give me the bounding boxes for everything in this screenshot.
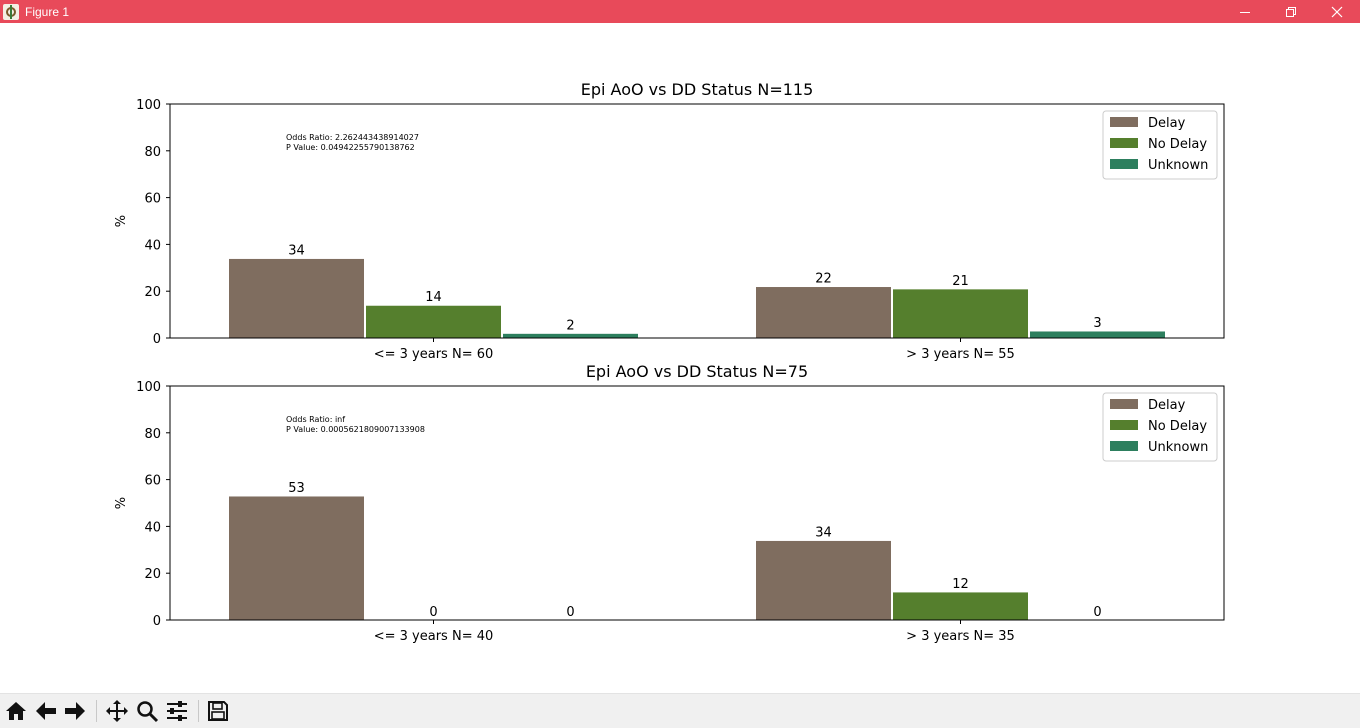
minimize-button[interactable] — [1222, 0, 1268, 23]
legend-swatch — [1110, 117, 1138, 127]
restore-button[interactable] — [1268, 0, 1314, 23]
legend-swatch — [1110, 441, 1138, 451]
back-arrow-icon — [36, 702, 56, 720]
data-label: 22 — [815, 272, 832, 287]
legend: Delay No Delay Unknown — [1102, 110, 1218, 180]
legend-entry: No Delay — [1148, 137, 1207, 152]
y-tick-label: 0 — [153, 332, 161, 347]
x-tick-label: <= 3 years N= 60 — [374, 347, 494, 362]
configure-subplots-icon — [167, 701, 187, 721]
y-tick-label: 60 — [144, 474, 161, 489]
data-label: 14 — [425, 290, 442, 305]
home-button[interactable] — [3, 698, 29, 724]
y-tick-label: 80 — [144, 145, 161, 160]
forward-arrow-icon — [65, 702, 85, 720]
y-tick-label: 20 — [144, 285, 161, 300]
annotation-text: Odds Ratio: 2.262443438914027 — [286, 133, 419, 142]
x-tick-label: <= 3 years N= 40 — [374, 629, 494, 644]
bar — [365, 304, 502, 339]
save-button[interactable] — [205, 698, 231, 724]
bar — [1029, 330, 1166, 339]
zoom-icon — [137, 701, 159, 723]
save-icon — [208, 701, 228, 721]
y-tick-label: 80 — [144, 427, 161, 442]
pan-button[interactable] — [104, 698, 130, 724]
y-tick-label: 0 — [153, 614, 161, 629]
subplot-2: Epi AoO vs DD Status N=75 53 34 0 12 0 0 0 20 40 6… — [114, 362, 1225, 644]
figure-svg: Epi AoO vs DD Status N=115342214212 30204… — [114, 80, 1225, 644]
back-button[interactable] — [33, 698, 59, 724]
annotation-text: P Value: 0.04942255790138762 — [286, 143, 415, 152]
y-tick-label: 40 — [144, 238, 161, 253]
data-label: 0 — [1093, 605, 1101, 620]
legend-swatch — [1110, 159, 1138, 169]
subplot-1: Epi AoO vs DD Status N=115 34 22 14 21 2 3 0 20 4… — [114, 80, 1225, 362]
bar — [502, 332, 639, 339]
figure-canvas[interactable]: Epi AoO vs DD Status N=115 34 22 14 21 2 3 0 20 4… — [0, 23, 1360, 693]
data-label: 3 — [1093, 316, 1101, 331]
forward-button[interactable] — [62, 698, 88, 724]
legend-entry: Unknown — [1148, 158, 1208, 173]
legend-entry: Unknown — [1148, 440, 1208, 455]
bar — [228, 495, 365, 621]
toolbar-separator — [96, 700, 97, 722]
chart-title: Epi AoO vs DD Status N=75 — [586, 362, 808, 381]
data-label: 34 — [815, 525, 832, 540]
bar — [892, 288, 1029, 339]
y-axis-label: % — [114, 215, 129, 227]
bar — [228, 257, 365, 339]
chart-title: Epi AoO vs DD Status N=115 — [581, 80, 814, 99]
x-tick-label: > 3 years N= 35 — [906, 629, 1015, 644]
y-axis-label: % — [114, 497, 129, 509]
data-label: 53 — [288, 481, 305, 496]
close-button[interactable] — [1314, 0, 1360, 23]
data-label: 21 — [952, 274, 969, 289]
legend-swatch — [1110, 420, 1138, 430]
title-bar: Figure 1 — [0, 0, 1360, 23]
data-label: 0 — [566, 605, 574, 620]
bar — [755, 539, 892, 621]
window-title: Figure 1 — [25, 4, 70, 19]
toolbar-separator — [198, 700, 199, 722]
zoom-button[interactable] — [134, 698, 160, 724]
legend: Delay No Delay Unknown — [1102, 392, 1218, 462]
configure-subplots-button[interactable] — [164, 698, 190, 724]
matplotlib-figure-icon — [3, 3, 19, 20]
annotation-text: P Value: 0.0005621809007133908 — [286, 425, 425, 434]
x-tick-label: > 3 years N= 55 — [906, 347, 1015, 362]
close-icon — [1331, 6, 1343, 17]
home-icon — [6, 702, 26, 720]
minimize-icon — [1240, 11, 1250, 13]
bar — [755, 286, 892, 339]
y-tick-label: 20 — [144, 567, 161, 582]
window-controls — [1222, 0, 1360, 23]
y-tick-label: 100 — [136, 380, 161, 395]
data-label: 34 — [288, 243, 305, 258]
legend-swatch — [1110, 399, 1138, 409]
data-label: 2 — [566, 318, 574, 333]
legend-entry: Delay — [1148, 116, 1186, 131]
restore-icon — [1286, 6, 1296, 17]
legend-swatch — [1110, 138, 1138, 148]
y-tick-label: 60 — [144, 192, 161, 207]
annotation-text: Odds Ratio: inf — [286, 415, 345, 424]
bar — [892, 591, 1029, 621]
data-label: 0 — [429, 605, 437, 620]
y-tick-label: 100 — [136, 98, 161, 113]
legend-entry: Delay — [1148, 398, 1186, 413]
legend-entry: No Delay — [1148, 419, 1207, 434]
pan-icon — [106, 700, 128, 722]
navigation-toolbar — [0, 693, 1360, 728]
data-label: 12 — [952, 577, 969, 592]
y-tick-label: 40 — [144, 520, 161, 535]
